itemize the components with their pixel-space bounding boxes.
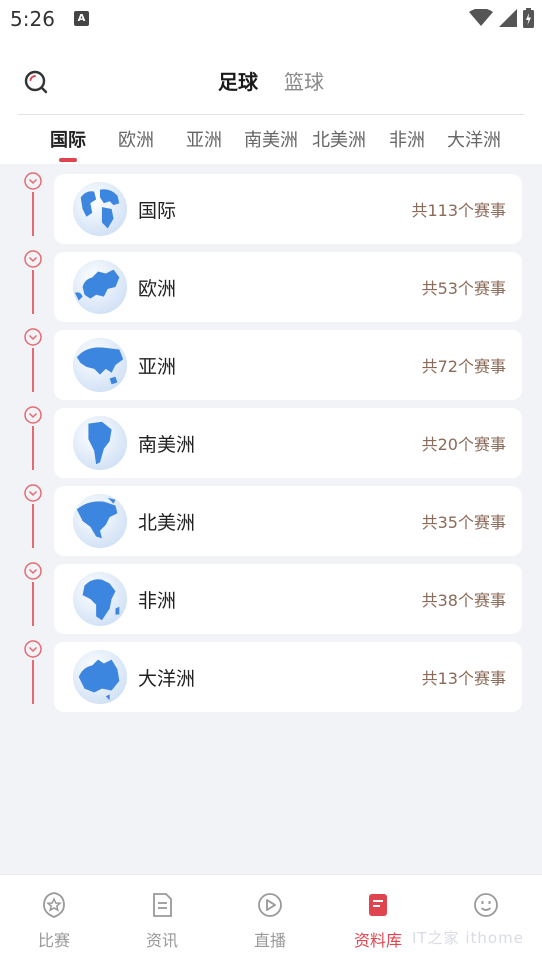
list-item: 非洲 共38个赛事 — [0, 554, 542, 634]
region-name: 北美洲 — [138, 511, 196, 534]
region-tab-north-america[interactable]: 北美洲 — [312, 126, 366, 152]
tab-football[interactable]: 足球 — [218, 60, 268, 98]
chevron-down-icon[interactable] — [24, 484, 42, 502]
oceania-globe-icon — [72, 649, 128, 705]
tab-label: 直播 — [253, 931, 286, 950]
battery-icon — [523, 8, 534, 28]
region-card-south-america[interactable]: 南美洲 共20个赛事 — [54, 408, 522, 478]
region-tab-label: 国际 — [50, 130, 86, 151]
tab-database[interactable]: 资料库 — [324, 875, 432, 965]
region-tab-label: 欧洲 — [118, 130, 154, 151]
region-tab-oceania[interactable]: 大洋洲 — [447, 126, 501, 152]
tab-basketball[interactable]: 篮球 — [284, 66, 324, 98]
active-tab-indicator — [59, 158, 77, 162]
north-america-globe-icon — [72, 493, 128, 549]
region-name: 欧洲 — [138, 277, 177, 300]
chevron-down-icon[interactable] — [24, 406, 42, 424]
region-card-oceania[interactable]: 大洋洲 共13个赛事 — [54, 642, 522, 712]
region-name: 国际 — [138, 199, 177, 222]
region-card-north-america[interactable]: 北美洲 共35个赛事 — [54, 486, 522, 556]
tab-news[interactable]: 资讯 — [108, 875, 216, 965]
timeline-line — [32, 660, 34, 704]
region-card-africa[interactable]: 非洲 共38个赛事 — [54, 564, 522, 634]
list-item: 欧洲 共53个赛事 — [0, 242, 542, 322]
region-tab-label: 亚洲 — [186, 130, 222, 151]
tab-football-label: 足球 — [218, 70, 258, 94]
region-card-asia[interactable]: 亚洲 共72个赛事 — [54, 330, 522, 400]
list-item: 亚洲 共72个赛事 — [0, 320, 542, 400]
star-badge-icon — [43, 892, 65, 918]
chevron-down-icon[interactable] — [24, 250, 42, 268]
header: 足球 篮球 国际 欧洲 亚洲 南美洲 北美洲 非洲 大洋洲 — [0, 38, 542, 164]
europe-globe-icon — [72, 259, 128, 315]
tab-basketball-label: 篮球 — [284, 70, 324, 94]
watermark: IT之家 ithome — [412, 929, 524, 947]
list-item: 大洋洲 共13个赛事 — [0, 632, 542, 712]
timeline-line — [32, 348, 34, 392]
region-tabs: 国际 欧洲 亚洲 南美洲 北美洲 非洲 大洋洲 — [0, 124, 542, 164]
region-count: 共38个赛事 — [421, 591, 506, 610]
tab-live[interactable]: 直播 — [216, 875, 324, 965]
document-icon — [153, 893, 172, 917]
signal-icon — [499, 9, 517, 27]
tab-label: 比赛 — [37, 931, 70, 950]
region-card-europe[interactable]: 欧洲 共53个赛事 — [54, 252, 522, 322]
region-tab-label: 非洲 — [389, 130, 425, 151]
chevron-down-icon[interactable] — [24, 562, 42, 580]
list-item: 南美洲 共20个赛事 — [0, 398, 542, 478]
timeline-line — [32, 504, 34, 548]
chevron-down-icon[interactable] — [24, 328, 42, 346]
region-count: 共13个赛事 — [421, 669, 506, 688]
timeline-line — [32, 192, 34, 236]
region-count: 共20个赛事 — [421, 435, 506, 454]
region-tab-asia[interactable]: 亚洲 — [186, 126, 222, 152]
wifi-icon — [469, 9, 493, 26]
chevron-down-icon[interactable] — [24, 640, 42, 658]
notification-icon: A — [74, 11, 89, 26]
region-count: 共53个赛事 — [421, 279, 506, 298]
region-name: 南美洲 — [138, 433, 196, 456]
smiley-icon — [474, 893, 498, 917]
tab-profile[interactable] — [432, 875, 540, 965]
south-america-globe-icon — [72, 415, 128, 471]
header-divider — [18, 114, 524, 115]
list-item: 国际 共113个赛事 — [0, 164, 542, 244]
region-tab-international[interactable]: 国际 — [50, 126, 86, 162]
asia-globe-icon — [72, 337, 128, 393]
tab-matches[interactable]: 比赛 — [0, 875, 108, 965]
region-name: 大洋洲 — [138, 667, 196, 690]
world-globe-icon — [72, 181, 128, 237]
play-circle-icon — [258, 893, 282, 917]
region-tab-south-america[interactable]: 南美洲 — [244, 126, 298, 152]
list-item: 北美洲 共35个赛事 — [0, 476, 542, 556]
region-tab-europe[interactable]: 欧洲 — [118, 126, 154, 152]
region-tab-label: 大洋洲 — [447, 130, 501, 151]
region-count: 共113个赛事 — [411, 201, 506, 220]
timeline-line — [32, 582, 34, 626]
tab-label: 资讯 — [145, 931, 178, 950]
system-icons — [469, 8, 534, 28]
status-bar: 5:26 A — [0, 0, 542, 38]
africa-globe-icon — [72, 571, 128, 627]
region-name: 亚洲 — [138, 355, 177, 378]
database-book-icon — [369, 894, 387, 916]
timeline-line — [32, 426, 34, 470]
chevron-down-icon[interactable] — [24, 172, 42, 190]
bottom-tab-bar: 比赛 资讯 直播 资料库 IT之家 ithome — [0, 874, 542, 965]
region-tab-label: 南美洲 — [244, 130, 298, 151]
sport-tabs: 足球 篮球 — [0, 60, 542, 100]
region-tab-africa[interactable]: 非洲 — [389, 126, 425, 152]
region-name: 非洲 — [138, 589, 177, 612]
timeline-line — [32, 270, 34, 314]
region-tab-label: 北美洲 — [312, 130, 366, 151]
region-count: 共72个赛事 — [421, 357, 506, 376]
status-time: 5:26 — [10, 7, 55, 31]
region-count: 共35个赛事 — [421, 513, 506, 532]
region-card-international[interactable]: 国际 共113个赛事 — [54, 174, 522, 244]
